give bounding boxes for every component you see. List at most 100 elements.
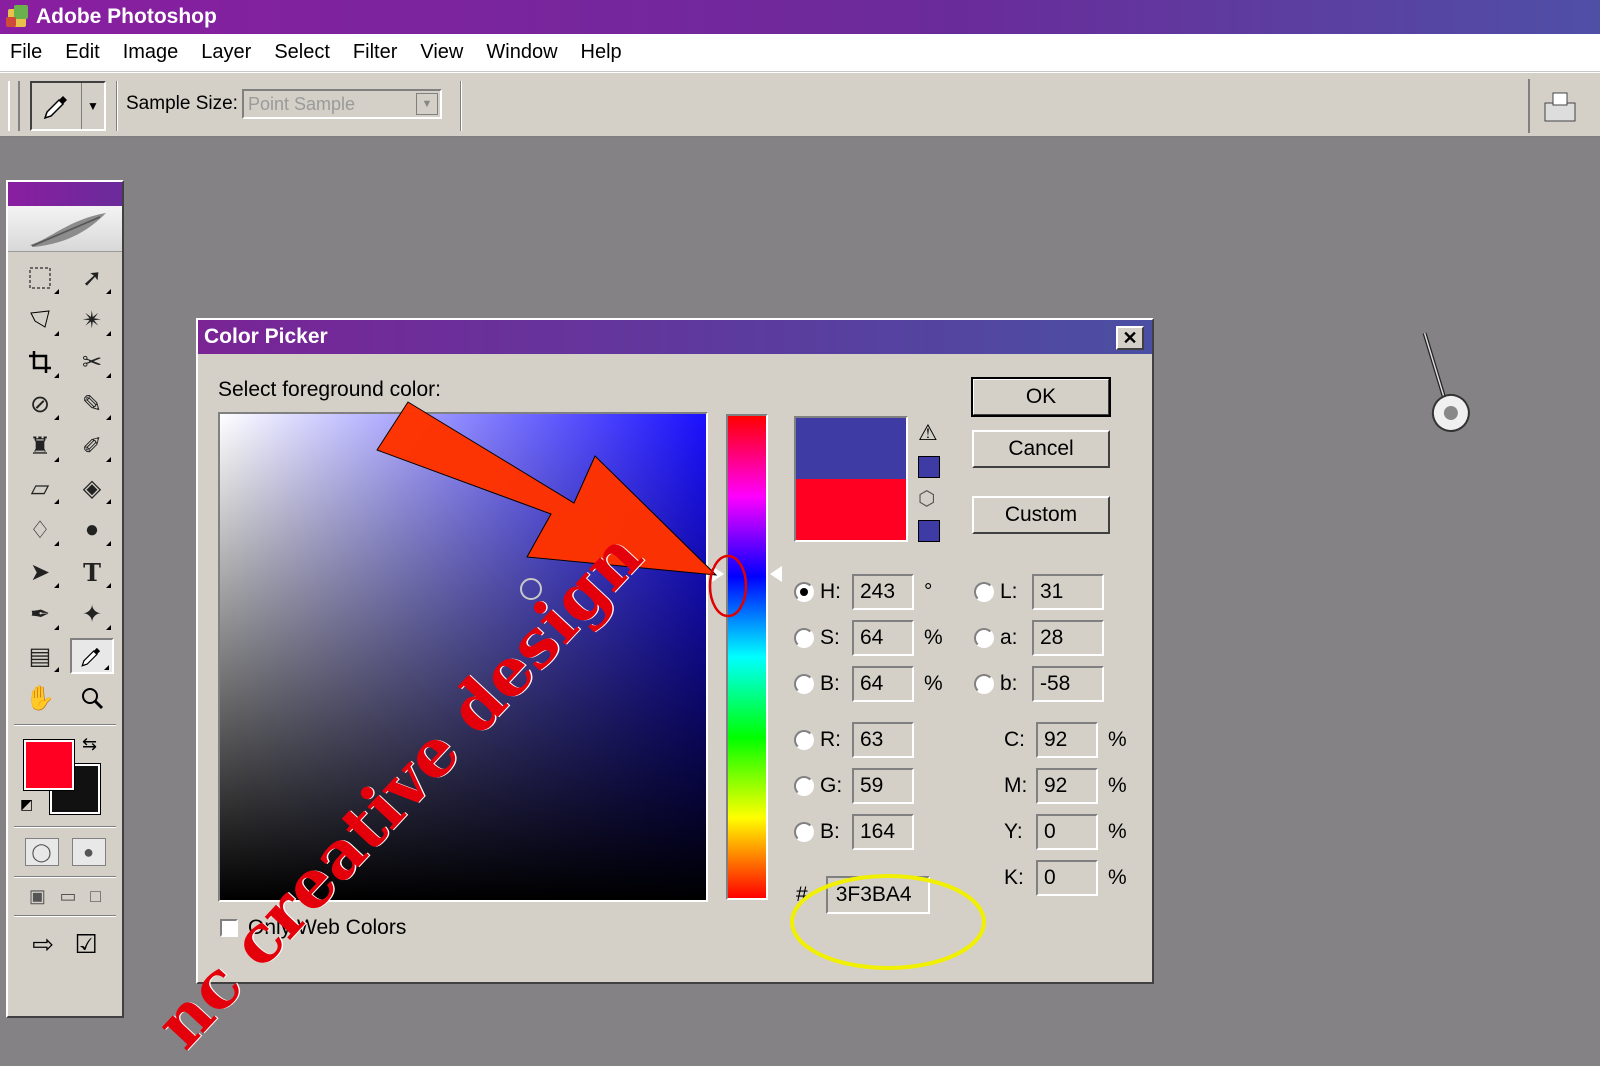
lasso-tool-icon[interactable] (18, 302, 62, 338)
menu-layer[interactable]: Layer (201, 41, 251, 64)
cyan-input[interactable]: 92 (1036, 722, 1098, 758)
hue-slider-left-arrow[interactable] (712, 565, 724, 582)
lab-a-radio[interactable] (974, 628, 994, 648)
hue-slider[interactable] (726, 414, 768, 900)
history-brush-tool-icon[interactable]: ✐ (70, 428, 114, 464)
gamut-color-swatch[interactable] (918, 456, 940, 478)
menu-edit[interactable]: Edit (65, 41, 99, 64)
imageready-icon[interactable]: ☑ (74, 929, 97, 960)
lightness-radio[interactable] (974, 582, 994, 602)
saturation-brightness-field[interactable] (218, 412, 708, 902)
divider (14, 826, 116, 828)
divider (14, 724, 116, 726)
options-bar-grip[interactable] (8, 81, 20, 131)
eyedropper-tool-icon[interactable] (70, 638, 114, 674)
magenta-input[interactable]: 92 (1036, 768, 1098, 804)
red-input[interactable]: 63 (852, 722, 914, 758)
hue-input[interactable]: 243 (852, 574, 914, 610)
zoom-tool-icon[interactable] (70, 680, 114, 716)
brightness-radio[interactable] (794, 674, 814, 694)
default-colors-icon[interactable]: ◩ (20, 796, 33, 813)
yellow-input[interactable]: 0 (1036, 814, 1098, 850)
tool-preset-picker[interactable]: ▼ (30, 81, 106, 131)
hue-unit: ° (924, 580, 933, 603)
sample-size-select[interactable]: Point Sample ▼ (242, 89, 442, 119)
menu-window[interactable]: Window (486, 41, 557, 64)
menu-image[interactable]: Image (123, 41, 179, 64)
blue-label: B: (820, 820, 840, 843)
lab-b-label: b: (1000, 672, 1018, 695)
blur-tool-icon[interactable]: ♢ (18, 512, 62, 548)
jump-to-imageready-icon[interactable]: ⇨ (32, 929, 54, 960)
lab-a-input[interactable]: 28 (1032, 620, 1104, 656)
green-input[interactable]: 59 (852, 768, 914, 804)
only-web-colors-checkbox[interactable] (220, 919, 238, 937)
foreground-color-swatch[interactable] (23, 739, 75, 791)
cancel-button[interactable]: Cancel (972, 430, 1110, 468)
menu-bar: File Edit Image Layer Select Filter View… (0, 34, 1600, 72)
hex-input[interactable]: 3F3BA4 (825, 876, 930, 914)
full-screen-mode-icon[interactable]: □ (90, 886, 101, 907)
lab-b-input[interactable]: -58 (1032, 666, 1104, 702)
swap-colors-icon[interactable]: ⇆ (82, 734, 97, 755)
lab-b-radio[interactable] (974, 674, 994, 694)
web-safe-color-swatch[interactable] (918, 520, 940, 542)
menu-filter[interactable]: Filter (353, 41, 397, 64)
ok-button[interactable]: OK (971, 377, 1111, 417)
feather-logo-icon[interactable] (8, 206, 122, 252)
type-tool-icon[interactable]: T (70, 554, 114, 590)
brightness-input[interactable]: 64 (852, 666, 914, 702)
color-comparison-swatch (794, 416, 908, 542)
eraser-tool-icon[interactable]: ▱ (18, 470, 62, 506)
move-tool-icon[interactable]: ➚ (70, 260, 114, 296)
green-radio[interactable] (794, 776, 814, 796)
web-safe-warning-icon[interactable]: ⬡ (918, 486, 935, 511)
chevron-down-icon: ▼ (416, 93, 438, 115)
saturation-unit: % (924, 626, 943, 649)
full-screen-menu-mode-icon[interactable]: ▭ (60, 886, 77, 907)
current-color-swatch[interactable] (796, 479, 906, 540)
divider (460, 81, 462, 131)
custom-button[interactable]: Custom (972, 496, 1110, 534)
blue-input[interactable]: 164 (852, 814, 914, 850)
dialog-titlebar[interactable]: Color Picker (198, 320, 1152, 354)
menu-help[interactable]: Help (581, 41, 622, 64)
red-radio[interactable] (794, 730, 814, 750)
menu-view[interactable]: View (420, 41, 463, 64)
cyan-label: C: (1004, 728, 1025, 751)
path-selection-tool-icon[interactable]: ➤ (18, 554, 62, 590)
toolbox-titlebar[interactable] (8, 182, 122, 206)
brush-tool-icon[interactable]: ✎ (70, 386, 114, 422)
paint-bucket-tool-icon[interactable]: ◈ (70, 470, 114, 506)
color-field-cursor[interactable] (520, 577, 543, 600)
slice-tool-icon[interactable]: ✂ (70, 344, 114, 380)
gamut-warning-icon[interactable]: ⚠ (918, 420, 938, 446)
hue-slider-right-arrow[interactable] (770, 565, 782, 582)
custom-shape-tool-icon[interactable]: ✦ (70, 596, 114, 632)
red-label: R: (820, 728, 841, 751)
blue-radio[interactable] (794, 822, 814, 842)
standard-screen-mode-icon[interactable]: ▣ (29, 886, 46, 907)
saturation-input[interactable]: 64 (852, 620, 914, 656)
color-picker-dialog: Color Picker ✕ Select foreground color: … (196, 318, 1154, 984)
saturation-radio[interactable] (794, 628, 814, 648)
magic-wand-tool-icon[interactable]: ✴ (70, 302, 114, 338)
black-input[interactable]: 0 (1036, 860, 1098, 896)
hand-tool-icon[interactable]: ✋ (18, 680, 62, 716)
clone-stamp-tool-icon[interactable]: ♜ (18, 428, 62, 464)
marquee-tool-icon[interactable] (18, 260, 62, 296)
lightness-input[interactable]: 31 (1032, 574, 1104, 610)
quick-mask-mode-icon[interactable]: ● (71, 838, 106, 866)
palette-well-icon[interactable] (1528, 79, 1592, 133)
notes-tool-icon[interactable]: ▤ (18, 638, 62, 674)
menu-select[interactable]: Select (274, 41, 330, 64)
menu-file[interactable]: File (10, 41, 42, 64)
photoshop-app-icon (6, 5, 30, 29)
crop-tool-icon[interactable] (18, 344, 62, 380)
dodge-tool-icon[interactable]: ● (70, 512, 114, 548)
healing-brush-tool-icon[interactable]: ⊘ (18, 386, 62, 422)
hue-radio[interactable] (794, 582, 814, 602)
pen-tool-icon[interactable]: ✒ (18, 596, 62, 632)
close-button[interactable]: ✕ (1116, 326, 1144, 350)
standard-mode-icon[interactable]: ◯ (24, 838, 59, 866)
